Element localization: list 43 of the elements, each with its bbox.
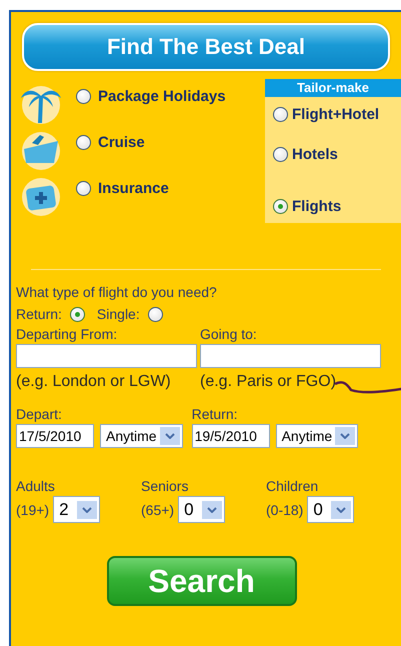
field-label: Going to: bbox=[200, 326, 258, 342]
time-dropdown[interactable]: Anytime bbox=[276, 424, 358, 448]
passenger-label: Children bbox=[266, 478, 320, 494]
date-label: Depart: bbox=[16, 406, 63, 422]
radio-button[interactable] bbox=[273, 147, 288, 162]
radio-button[interactable] bbox=[273, 107, 288, 122]
option-label: Flight+Hotel bbox=[292, 106, 380, 123]
radio-button[interactable] bbox=[76, 181, 91, 196]
age-range-text: (0-18) bbox=[266, 502, 304, 518]
product-label: Insurance bbox=[98, 180, 169, 197]
date-field[interactable]: 19/5/2010 bbox=[192, 424, 270, 448]
product-label: Package Holidays bbox=[98, 88, 226, 105]
trip-type-label: Return: bbox=[16, 306, 62, 322]
option-label: Flights bbox=[292, 198, 342, 215]
count-dropdown[interactable]: 0 bbox=[307, 496, 354, 523]
radio-button[interactable] bbox=[76, 135, 91, 150]
radio-button[interactable] bbox=[76, 89, 91, 104]
palm-tree-icon bbox=[20, 83, 62, 125]
count-dropdown[interactable]: 0 bbox=[178, 496, 225, 523]
field-label: Departing From: bbox=[16, 326, 118, 342]
age-range-text: (65+) bbox=[141, 502, 174, 518]
input-field[interactable] bbox=[16, 344, 197, 368]
question-text: What type of flight do you need? bbox=[16, 284, 218, 300]
option-label: Hotels bbox=[292, 146, 338, 163]
radio-button[interactable] bbox=[70, 306, 85, 322]
date-field[interactable]: 17/5/2010 bbox=[16, 424, 94, 448]
hint-text: (e.g. Paris or FGO) bbox=[200, 373, 338, 391]
time-dropdown[interactable]: Anytime bbox=[100, 424, 183, 448]
title-banner: Find The Best Deal bbox=[22, 23, 390, 71]
passenger-label: Seniors bbox=[141, 478, 190, 494]
radio-button[interactable] bbox=[148, 306, 163, 322]
ship-icon bbox=[20, 129, 62, 171]
trip-type-label: Single: bbox=[96, 306, 140, 322]
passenger-label: Adults bbox=[16, 478, 56, 494]
input-field[interactable] bbox=[200, 344, 381, 368]
age-range-text: (19+) bbox=[16, 502, 50, 518]
medical-case-icon bbox=[20, 175, 62, 217]
tailor-make-heading: Tailor-make bbox=[265, 79, 401, 97]
product-label: Cruise bbox=[98, 134, 145, 151]
count-dropdown[interactable]: 2 bbox=[53, 496, 100, 523]
date-label: Return: bbox=[192, 406, 238, 422]
hint-text: (e.g. London or LGW) bbox=[16, 373, 172, 391]
radio-button[interactable] bbox=[273, 199, 288, 214]
